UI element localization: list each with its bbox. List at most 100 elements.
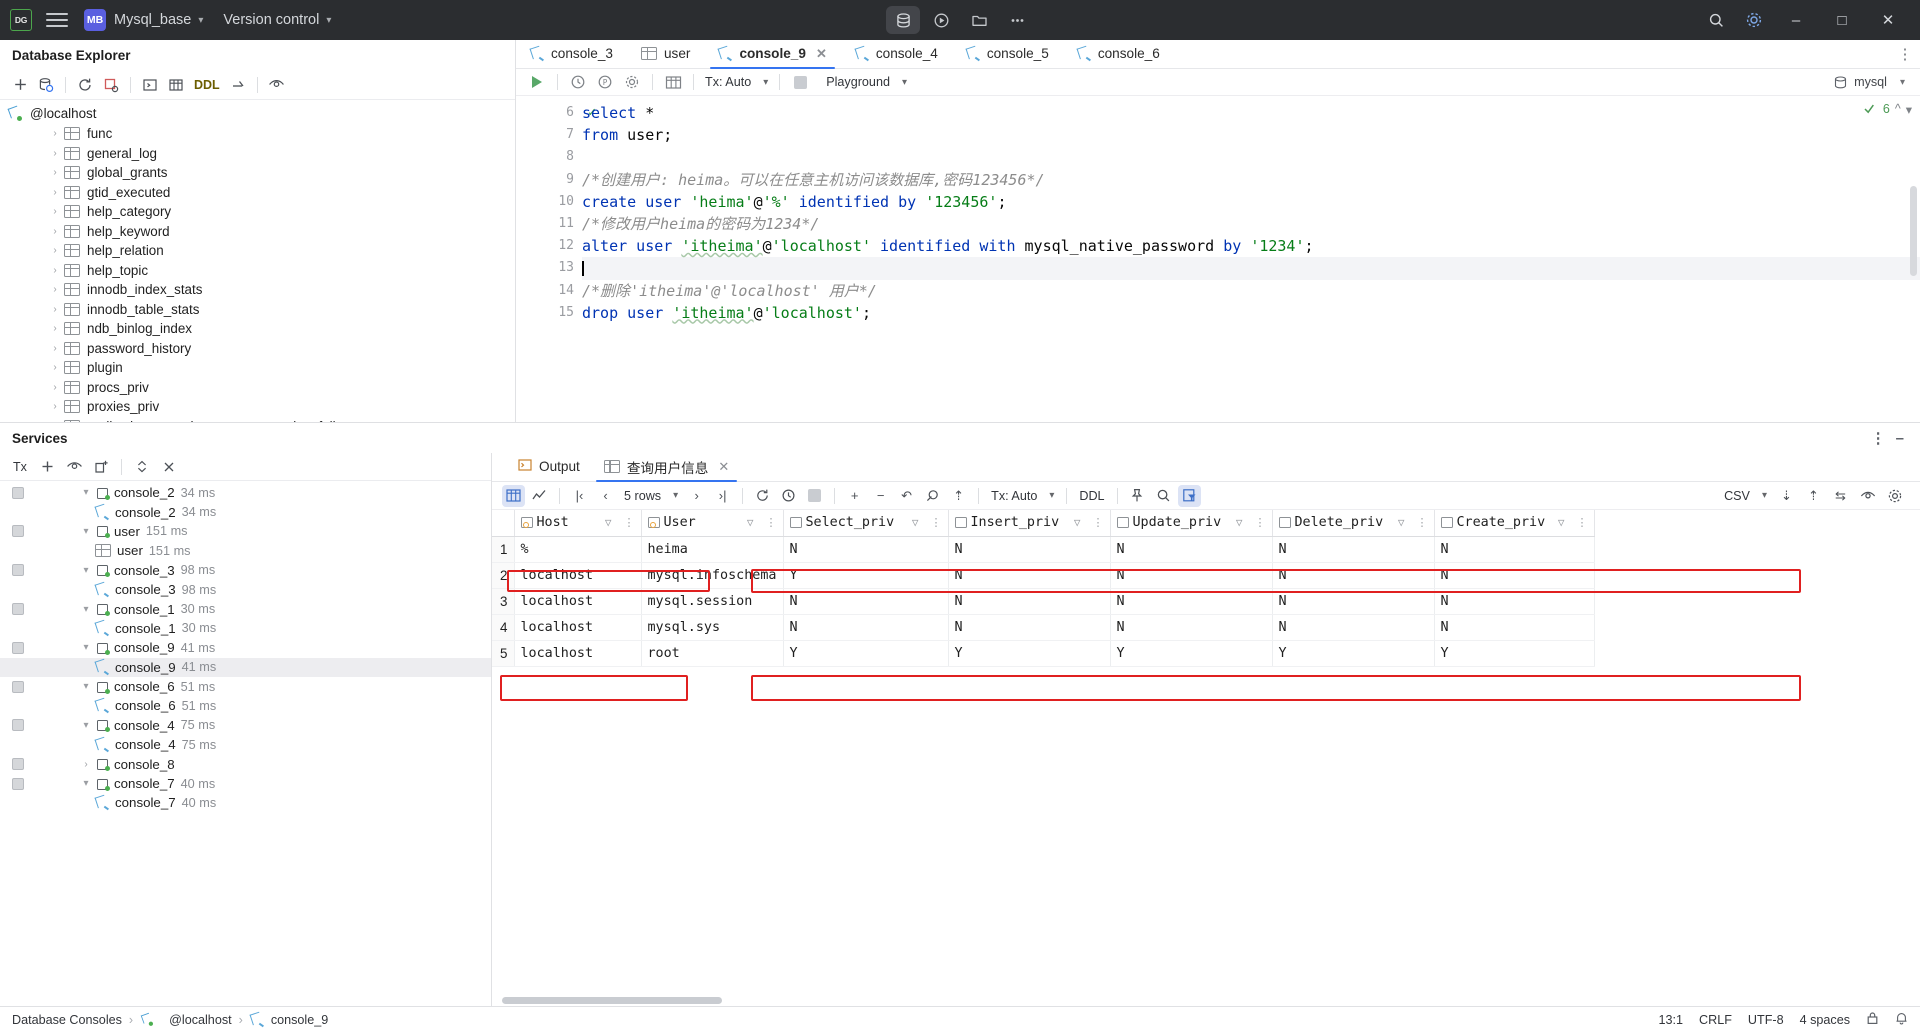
chevron-right-icon[interactable]: › <box>46 382 64 393</box>
grid-row[interactable]: 4 localhost mysql.sys N N N N N <box>492 614 1595 641</box>
services-tree-node[interactable]: ▾ console_7 40 ms <box>0 774 491 793</box>
session-checkbox[interactable] <box>12 525 24 538</box>
grid-cell[interactable]: N <box>1272 536 1435 563</box>
query-history-icon[interactable] <box>566 70 590 94</box>
search-icon[interactable] <box>1698 5 1734 35</box>
maximize-button[interactable]: □ <box>1820 0 1864 40</box>
filter-icon[interactable]: ▽ <box>1398 516 1405 529</box>
column-options-icon[interactable]: ⋮ <box>624 516 635 529</box>
column-options-icon[interactable]: ⋮ <box>1255 516 1266 529</box>
tree-node-table[interactable]: › password_history <box>0 339 515 359</box>
grid-cell[interactable]: heima <box>641 536 784 563</box>
chevron-right-icon[interactable]: › <box>46 206 64 217</box>
datasource-label[interactable]: mysql <box>1854 75 1887 89</box>
grid-row[interactable]: 2 localhost mysql.infoschema Y N N N N <box>492 562 1595 589</box>
open-console-icon[interactable] <box>138 73 162 97</box>
grid-cell[interactable]: N <box>1434 536 1595 563</box>
grid-cell[interactable]: N <box>1110 536 1273 563</box>
add-row-button[interactable]: + <box>843 485 866 507</box>
grid-cell[interactable]: Y <box>1272 640 1435 667</box>
grid-row[interactable]: 3 localhost mysql.session N N N N N <box>492 588 1595 615</box>
grid-cell[interactable]: N <box>1434 562 1595 589</box>
grid-cell[interactable]: N <box>783 614 949 641</box>
grid-cell[interactable]: N <box>1272 562 1435 589</box>
chevron-right-icon[interactable]: › <box>78 759 94 770</box>
next-page-button[interactable]: › <box>685 485 708 507</box>
close-sessions-icon[interactable] <box>157 455 181 479</box>
filter-icon[interactable]: ▽ <box>1236 516 1243 529</box>
tree-node-host[interactable]: @localhost <box>0 103 515 124</box>
services-tree-node[interactable]: ▾ user 151 ms <box>0 522 491 541</box>
stop-query-button[interactable] <box>788 70 812 94</box>
database-tree[interactable]: @localhost › func › general_log › global_gran… <box>0 100 515 422</box>
tree-node-table[interactable]: › general_log <box>0 144 515 164</box>
column-options-icon[interactable]: ⋮ <box>931 516 942 529</box>
close-tab-icon[interactable]: ✕ <box>816 46 827 62</box>
tree-node-table[interactable]: › global_grants <box>0 163 515 183</box>
column-options-icon[interactable]: ⋮ <box>1577 516 1588 529</box>
grid-cell[interactable]: N <box>1434 588 1595 615</box>
profiler-icon[interactable]: P <box>593 70 617 94</box>
project-selector[interactable]: Mysql_base ▾ <box>114 12 203 28</box>
services-tree-node[interactable]: ▾ console_9 41 ms <box>0 638 491 657</box>
export-download-button[interactable]: ⇣ <box>1775 485 1798 507</box>
grid-cell[interactable]: N <box>1272 588 1435 615</box>
grid-cell[interactable]: localhost <box>514 640 642 667</box>
last-page-button[interactable]: ›| <box>711 485 734 507</box>
bell-notification-icon[interactable] <box>1895 1011 1908 1028</box>
grid-cell[interactable]: root <box>641 640 784 667</box>
services-tree-node[interactable]: ▾ console_4 75 ms <box>0 716 491 735</box>
code-line[interactable]: from user; <box>582 124 1920 146</box>
filter-icon[interactable]: ▽ <box>912 516 919 529</box>
stop-refresh-icon[interactable] <box>99 73 123 97</box>
code-line[interactable]: drop user 'itheima'@'localhost'; <box>582 302 1920 324</box>
session-checkbox[interactable] <box>12 603 24 616</box>
code-editor[interactable]: 6 ✓ 7 8 9 10 11 12 13 14 15 select * from user;/*创建… <box>516 96 1920 422</box>
chevron-down-icon[interactable]: ▾ <box>78 681 94 692</box>
grid-cell[interactable]: N <box>783 536 949 563</box>
results-tab[interactable]: 查询用户信息 ✕ <box>592 452 741 482</box>
services-tree-node[interactable]: user 151 ms <box>0 541 491 560</box>
services-tree-node[interactable]: ▾ console_3 98 ms <box>0 561 491 580</box>
results-grid[interactable]: Host ▽ ⋮ User ▽ ⋮ Select_priv ▽ ⋮ Insert_priv ▽ ⋮ Up… <box>492 510 1595 667</box>
revert-changes-button[interactable]: ↶ <box>895 485 918 507</box>
options-icon[interactable]: ⋮ <box>1871 429 1886 447</box>
grid-cell[interactable]: localhost <box>514 588 642 615</box>
pin-tab-button[interactable] <box>1126 485 1149 507</box>
result-table-icon[interactable] <box>661 70 685 94</box>
lock-icon[interactable] <box>1866 1011 1879 1028</box>
main-menu-icon[interactable] <box>46 9 68 31</box>
grid-cell[interactable]: localhost <box>514 614 642 641</box>
submit-changes-button[interactable] <box>921 485 944 507</box>
chevron-right-icon[interactable]: › <box>46 343 64 354</box>
previous-page-button[interactable]: ‹ <box>594 485 617 507</box>
session-checkbox[interactable] <box>12 777 24 790</box>
services-tree-node[interactable]: console_9 41 ms <box>0 657 491 677</box>
chevron-down-icon[interactable]: ▾ <box>1900 77 1905 88</box>
chevron-down-icon[interactable]: ▾ <box>1906 102 1912 117</box>
close-button[interactable]: ✕ <box>1866 0 1910 40</box>
chevron-right-icon[interactable]: › <box>46 304 64 315</box>
tree-node-table[interactable]: › replication_asynchronous_connection_fai… <box>0 417 515 422</box>
services-tree-node[interactable]: console_2 34 ms <box>0 502 491 521</box>
indent-setting[interactable]: 4 spaces <box>1800 1013 1850 1027</box>
caret-position[interactable]: 13:1 <box>1659 1013 1684 1027</box>
add-datasource-icon[interactable] <box>8 73 32 97</box>
chevron-right-icon[interactable]: › <box>46 265 64 276</box>
column-options-icon[interactable]: ⋮ <box>1093 516 1104 529</box>
chart-view-button[interactable] <box>528 485 551 507</box>
services-tree-node[interactable]: console_3 98 ms <box>0 580 491 599</box>
code-line[interactable]: select * <box>582 102 1920 124</box>
grid-column-header[interactable]: Insert_priv ▽ ⋮ <box>948 510 1111 537</box>
tree-node-table[interactable]: › gtid_executed <box>0 183 515 203</box>
import-button[interactable]: ⇡ <box>1802 485 1825 507</box>
session-settings-gear-icon[interactable] <box>620 70 644 94</box>
grid-cell[interactable]: N <box>1110 588 1273 615</box>
services-tree-node[interactable]: console_4 75 ms <box>0 735 491 754</box>
session-checkbox[interactable] <box>12 564 24 577</box>
grid-cell[interactable]: N <box>948 614 1111 641</box>
editor-tab-user[interactable]: user <box>627 39 704 68</box>
results-horizontal-scrollbar[interactable] <box>502 997 722 1004</box>
tree-node-table[interactable]: › plugin <box>0 358 515 378</box>
filter-results-button[interactable] <box>1177 484 1201 507</box>
